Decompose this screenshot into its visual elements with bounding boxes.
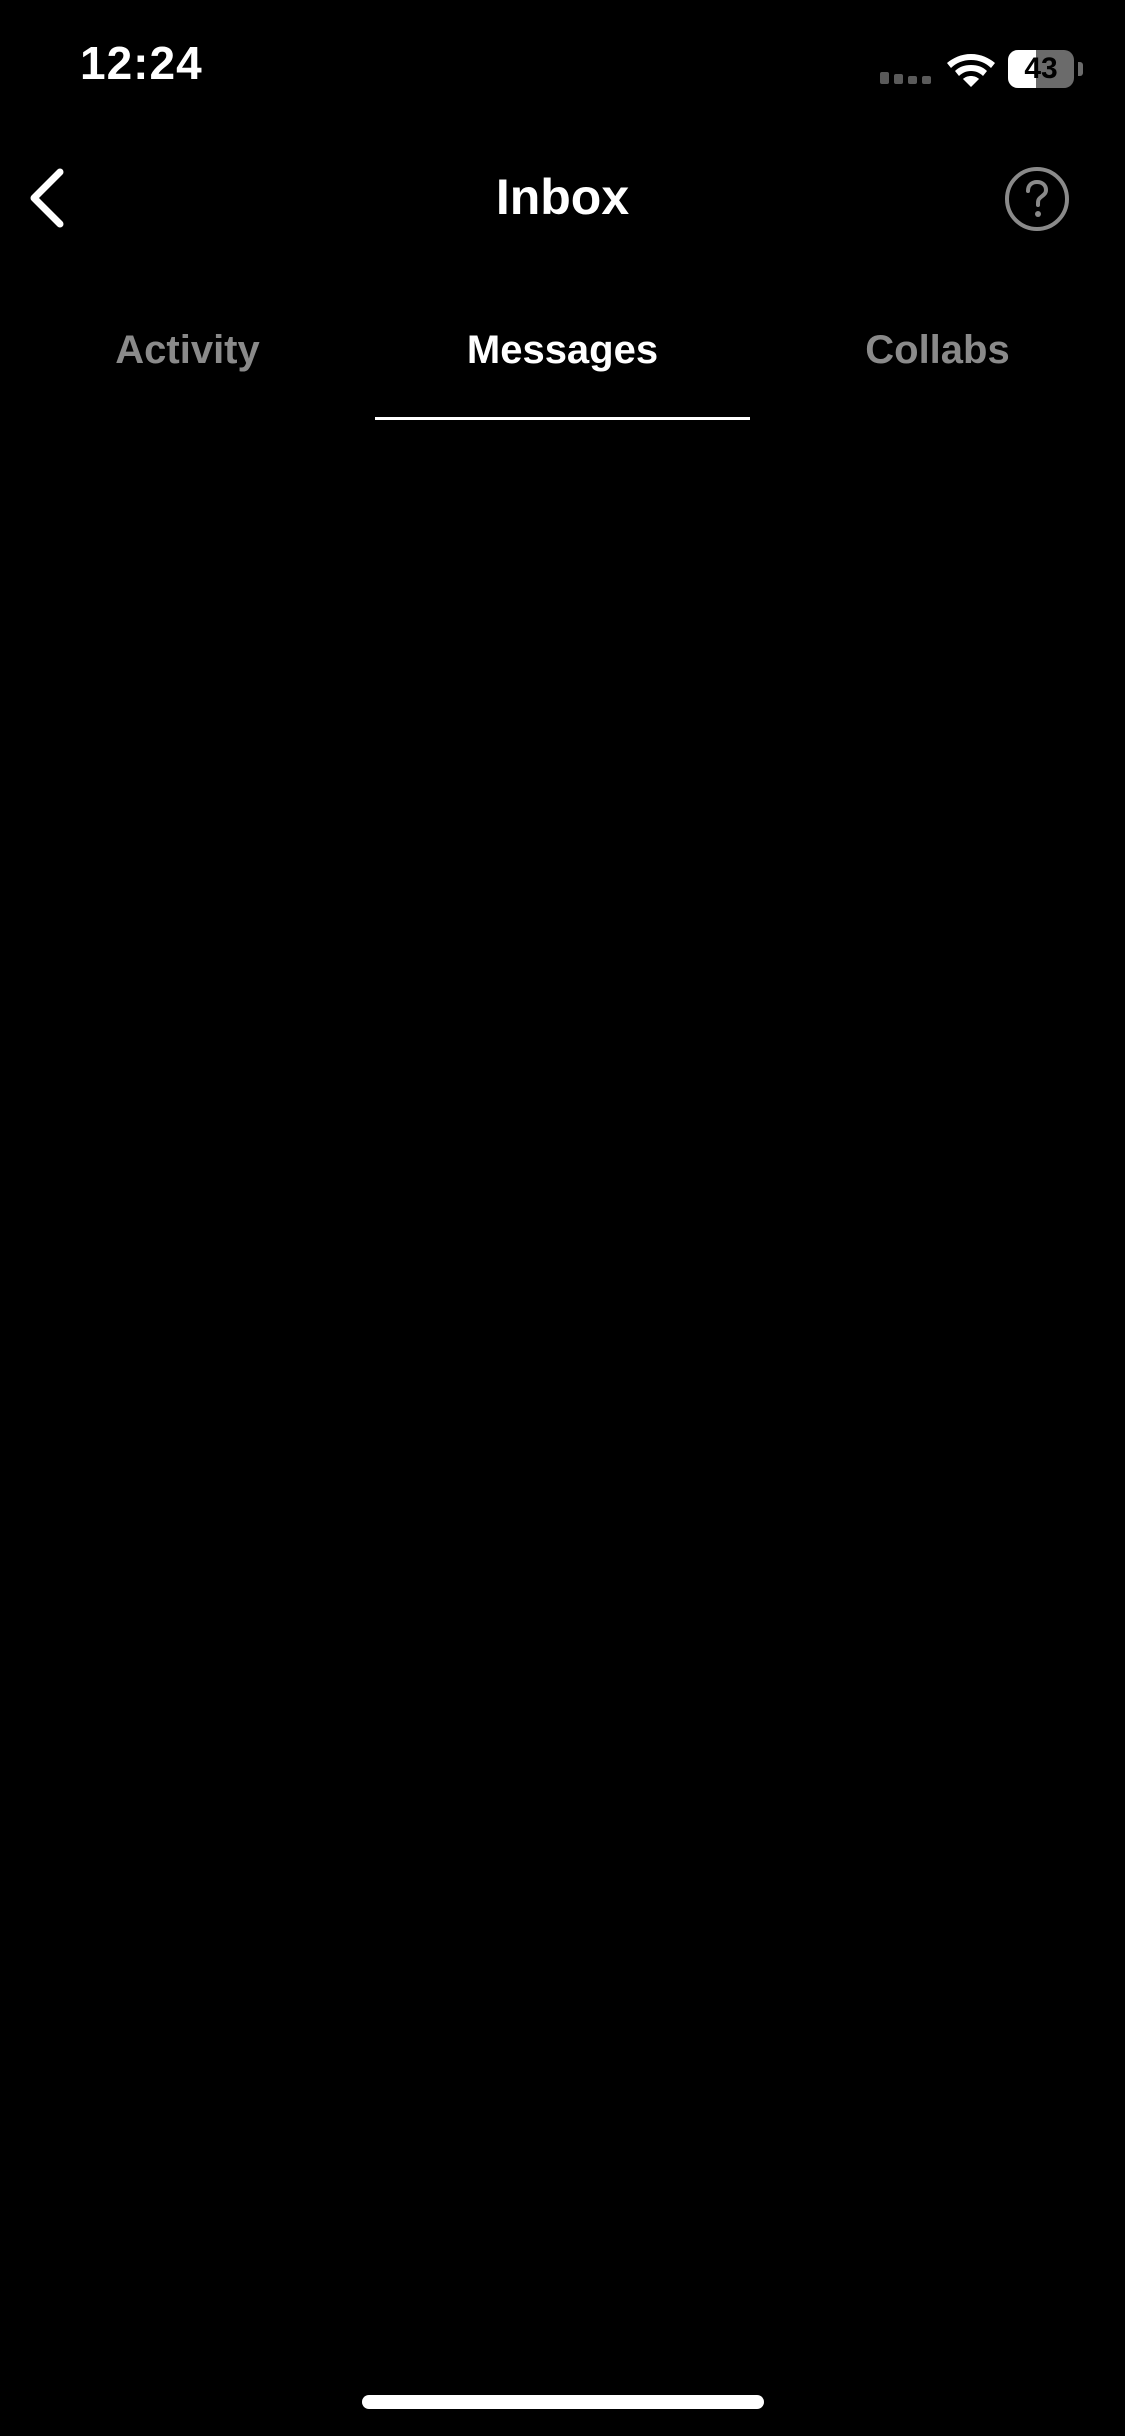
tab-activity[interactable]: Activity xyxy=(0,320,375,420)
messages-list[interactable] xyxy=(0,420,1125,2360)
status-time: 12:24 xyxy=(80,37,203,89)
page-title: Inbox xyxy=(495,169,630,225)
battery-icon: 43 xyxy=(1008,50,1084,88)
help-button[interactable] xyxy=(1004,166,1070,232)
status-bar: 12:24 43 xyxy=(0,0,1125,140)
battery-level: 43 xyxy=(1024,52,1058,85)
tab-messages[interactable]: Messages xyxy=(375,320,750,420)
question-circle-icon xyxy=(1005,167,1069,231)
wifi-icon xyxy=(947,54,995,87)
signal-icon xyxy=(880,72,931,84)
home-indicator[interactable] xyxy=(362,2395,764,2409)
tab-collabs[interactable]: Collabs xyxy=(750,320,1125,420)
inbox-tabs: Activity Messages Collabs xyxy=(0,320,1125,420)
